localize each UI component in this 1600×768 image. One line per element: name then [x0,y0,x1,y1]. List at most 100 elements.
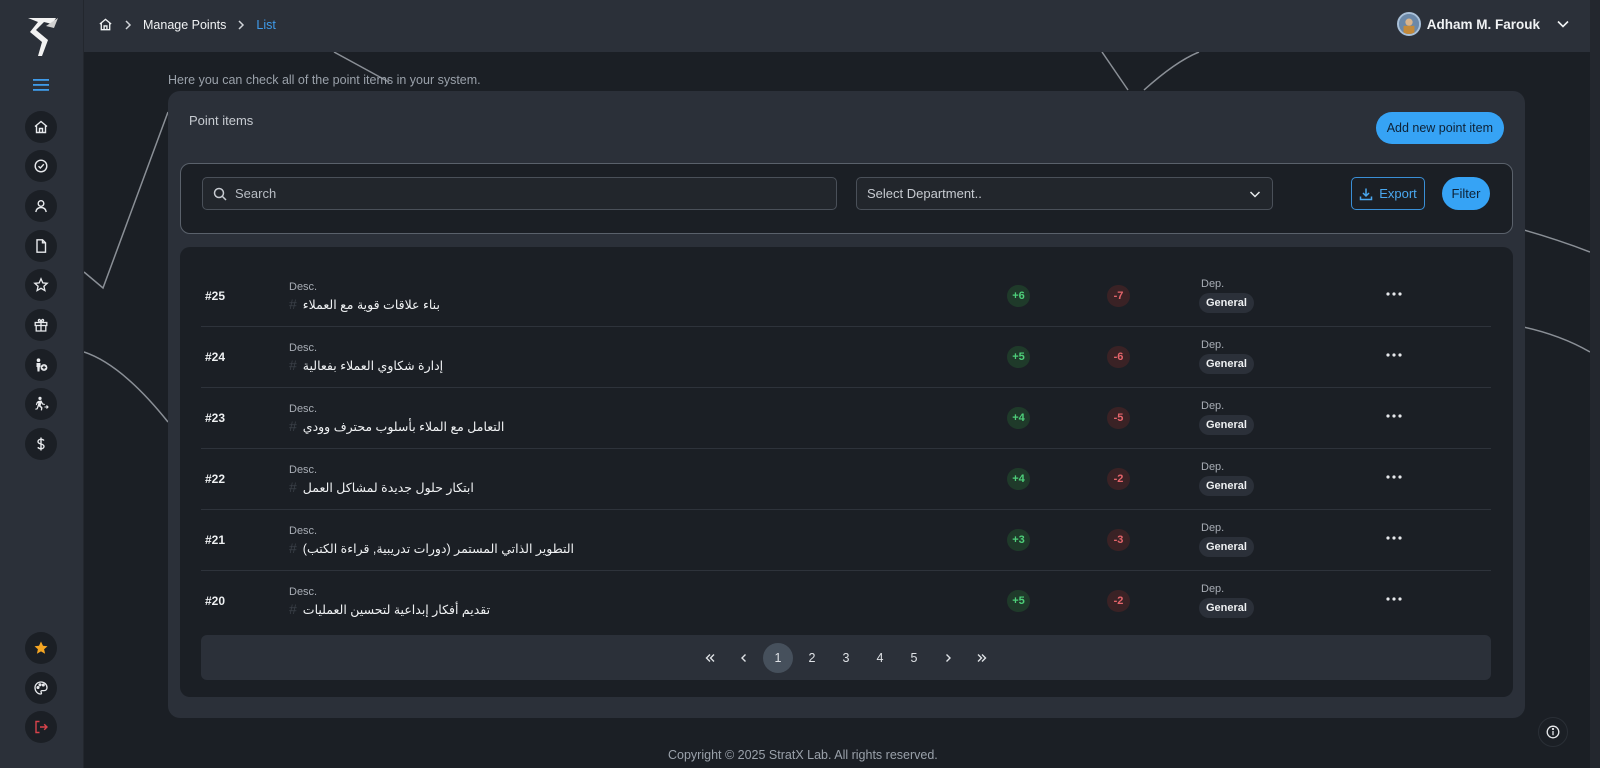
desc-label: Desc. [289,403,318,415]
nav-documents[interactable] [25,230,57,262]
first-page-button[interactable] [695,643,725,673]
department-select-value: Select Department.. [867,186,982,201]
nav-favorites[interactable] [25,632,57,664]
dep-label: Dep. [1201,400,1225,412]
negative-points-badge: -6 [1107,346,1130,368]
export-button[interactable]: Export [1351,177,1425,210]
next-page-button[interactable] [933,643,963,673]
more-actions-button[interactable] [1384,467,1404,487]
page-button-2[interactable]: 2 [797,643,827,673]
point-items-table: #2 5 Desc. # بناء علاقات قوية مع العملاء +… [180,247,1513,697]
breadcrumb-manage-points[interactable]: Manage Points [143,18,226,32]
item-description: # إدارة شكاوي العملاء بفعالية [289,357,443,373]
more-actions-button[interactable] [1384,528,1404,548]
page-button-3[interactable]: 3 [831,643,861,673]
info-icon [1546,725,1560,739]
item-description: # بناء علاقات قوية مع العملاء [289,296,440,312]
item-id: #21 [205,533,226,547]
chevron-right-icon [238,19,245,30]
item-id: #23 [205,411,226,425]
more-actions-button[interactable] [1384,589,1404,609]
table-row: #21 Desc. # التطوير الذاتي المستمر (دورات… [201,510,1491,571]
more-actions-button[interactable] [1384,284,1404,304]
page-button-4[interactable]: 4 [865,643,895,673]
department-badge: General [1199,537,1254,557]
more-actions-button[interactable] [1384,406,1404,426]
pagination: 1 2 3 4 5 [201,635,1491,680]
page-intro: Here you can check all of the point item… [168,73,481,87]
chevron-left-icon [741,653,746,662]
nav-rewards[interactable] [25,309,57,341]
item-description: # ابتكار حلول جديدة لمشاكل العمل [289,479,474,495]
info-button[interactable] [1538,717,1568,747]
chevron-down-icon[interactable] [1556,17,1570,31]
nav-tasks[interactable] [25,150,57,182]
nav-home[interactable] [25,111,57,143]
negative-points-badge: -2 [1107,468,1130,490]
table-row: #20 Desc. # تقديم أفكار إبداعية لتحسين ال… [201,571,1491,632]
dep-label: Dep. [1201,461,1225,473]
person-add-icon [36,358,48,372]
star-icon [33,277,49,292]
negative-points-badge: -3 [1107,529,1130,551]
card-title: Point items [189,113,254,128]
hash-icon: # [289,601,297,617]
negative-points-badge: -2 [1107,590,1130,612]
table-row: #24 Desc. # إدارة شكاوي العملاء بفعالية +… [201,327,1491,388]
hash-icon: # [289,296,297,312]
page-scrollbar[interactable] [1590,0,1600,768]
add-point-item-button[interactable]: Add new point item [1375,112,1504,144]
item-description: # التعامل مع الملاء بأسلوب محترف وودي [289,418,504,434]
description-text: التعامل مع الملاء بأسلوب محترف وودي [302,419,505,434]
desc-label: Desc. [289,464,318,476]
ellipsis-icon [1386,597,1402,601]
home-icon[interactable] [98,17,113,32]
dep-label: Dep. [1201,339,1225,351]
gift-icon [34,318,48,332]
user-menu[interactable]: Adham M. Farouk [1396,12,1570,36]
positive-points-badge: +5 [1007,346,1030,368]
filter-bar: Select Department.. Export Filter [180,163,1513,234]
stratx-logo[interactable] [24,16,60,58]
sidebar [0,0,84,768]
download-icon [1359,188,1373,200]
nav-finance[interactable] [25,428,57,460]
page-button-1[interactable]: 1 [763,642,793,673]
menu-toggle-icon[interactable] [33,78,49,92]
nav-activity[interactable] [25,388,57,420]
export-label: Export [1379,186,1417,201]
positive-points-badge: +5 [1007,590,1030,612]
dep-label: Dep. [1201,522,1225,534]
ellipsis-icon [1386,353,1402,357]
ellipsis-icon [1386,536,1402,540]
prev-page-button[interactable] [729,643,759,673]
positive-points-badge: +4 [1007,407,1030,429]
department-select[interactable]: Select Department.. [856,177,1273,210]
item-id: #24 [205,350,226,364]
nav-logout[interactable] [25,711,57,743]
search-box[interactable] [202,177,837,210]
breadcrumb-list: List [256,17,276,32]
hash-icon: # [289,357,297,373]
nav-users[interactable] [25,190,57,222]
hash-icon: # [289,418,297,434]
last-page-button[interactable] [967,643,997,673]
ellipsis-icon [1386,475,1402,479]
desc-label: Desc. [289,342,318,354]
chevron-right-icon [946,653,951,662]
more-actions-button[interactable] [1384,345,1404,365]
page-button-5[interactable]: 5 [899,643,929,673]
dep-label: Dep. [1201,278,1225,290]
nav-assign[interactable] [25,349,57,381]
department-badge: General [1199,354,1254,374]
nav-theme[interactable] [25,672,57,704]
description-text: التطوير الذاتي المستمر (دورات تدريبية, ق… [302,541,575,556]
chevron-right-icon [125,19,132,30]
dollar-icon [37,437,45,451]
nav-points[interactable] [25,269,57,301]
search-input[interactable] [235,186,815,201]
user-icon [35,200,47,213]
filter-button[interactable]: Filter [1442,177,1490,210]
positive-points-badge: +3 [1007,529,1030,551]
item-id: #22 [205,472,226,486]
